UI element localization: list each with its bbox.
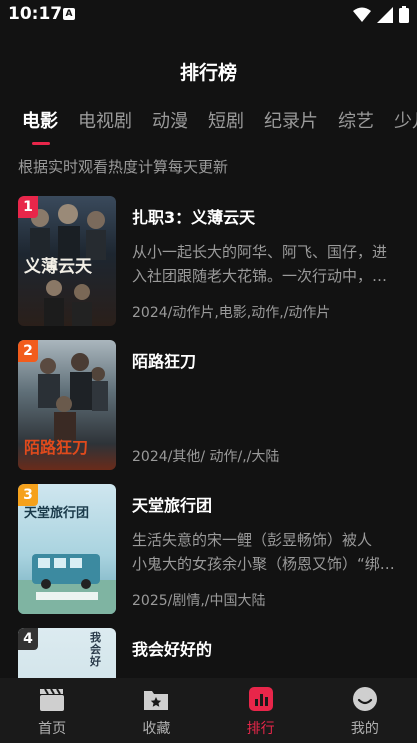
rank-badge: 3 [18, 484, 38, 506]
tab-documentary[interactable]: 纪录片 [264, 108, 318, 136]
poster-title-text: 我会好 [90, 631, 101, 668]
list-item[interactable]: 义薄云天 1 扎职3：义薄云天 从小一起长大的阿华、阿飞、国仔，进 入社团跟随老… [18, 196, 403, 326]
movie-poster[interactable]: 天堂旅行团 3 [18, 484, 116, 614]
item-meta: 2024/动作片,电影,动作,/动作片 [132, 305, 331, 321]
nav-label: 首页 [38, 721, 67, 737]
list-item[interactable]: 天堂旅行团 3 天堂旅行团 生活失意的宋一鲤（彭昱畅饰）被人 小鬼大的女孩余小聚… [18, 484, 403, 614]
description-line: 生活失意的宋一鲤（彭昱畅饰）被人 [132, 531, 373, 549]
tab-kids[interactable]: 少儿 [394, 108, 417, 136]
item-title[interactable]: 天堂旅行团 [132, 492, 212, 516]
tab-variety[interactable]: 综艺 [338, 108, 374, 136]
tab-tv-series[interactable]: 电视剧 [78, 108, 132, 136]
poster-title-text: 陌路狂刀 [24, 438, 89, 457]
smile-face-icon [352, 687, 377, 711]
item-title[interactable]: 我会好好的 [132, 636, 212, 660]
tab-short-drama[interactable]: 短剧 [208, 108, 244, 136]
item-description: 从小一起长大的阿华、阿飞、国仔，进 入社团跟随老大花锦。一次行动中，… [132, 240, 404, 288]
movie-poster[interactable]: 陌路狂刀 2 [18, 340, 116, 470]
page-title: 排行榜 [179, 62, 237, 84]
status-time: 10:17 [8, 4, 63, 24]
item-description: 生活失意的宋一鲤（彭昱畅饰）被人 小鬼大的女孩余小聚（杨恩又饰）“绑… [132, 528, 404, 576]
status-icons [353, 6, 409, 23]
nav-label: 排行 [246, 721, 275, 737]
nav-profile[interactable]: 我的 [313, 678, 417, 743]
battery-icon [399, 6, 409, 23]
item-title[interactable]: 陌路狂刀 [132, 348, 196, 372]
rank-badge: 4 [18, 628, 38, 650]
tab-anime[interactable]: 动漫 [152, 108, 188, 136]
poster-title-text: 义薄云天 [24, 257, 92, 277]
clapperboard-icon [40, 688, 65, 711]
item-meta: 2025/剧情,/中国大陆 [132, 593, 266, 609]
tab-movie[interactable]: 电影 [22, 108, 58, 145]
movie-poster[interactable]: 义薄云天 1 [18, 196, 116, 326]
item-info: 天堂旅行团 生活失意的宋一鲤（彭昱畅饰）被人 小鬼大的女孩余小聚（杨恩又饰）“绑… [132, 484, 404, 614]
item-info: 我会好好的 [132, 628, 403, 678]
movie-poster[interactable]: 我会好 4 [18, 628, 116, 678]
status-bar: 10:17 A [0, 0, 417, 30]
item-info: 陌路狂刀 2024/其他/ 动作/,/大陆 [132, 340, 404, 470]
bookmark-folder-icon [144, 691, 169, 710]
rank-badge: 2 [18, 340, 38, 362]
item-description [132, 384, 404, 432]
item-title[interactable]: 扎职3：义薄云天 [132, 204, 255, 228]
signal-icon [377, 6, 393, 23]
ranking-description: 根据实时观看热度计算每天更新 [18, 158, 229, 176]
nav-label: 收藏 [142, 721, 171, 737]
ranking-chart-icon [248, 687, 273, 711]
rank-badge: 1 [18, 196, 38, 218]
item-info: 扎职3：义薄云天 从小一起长大的阿华、阿飞、国仔，进 入社团跟随老大花锦。一次行… [132, 196, 404, 326]
nav-label: 我的 [350, 721, 379, 737]
nav-home[interactable]: 首页 [0, 678, 104, 743]
nav-favorites[interactable]: 收藏 [104, 678, 208, 743]
description-line: 入社团跟随老大花锦。一次行动中，… [132, 267, 388, 285]
category-tabs: 电影 电视剧 动漫 短剧 纪录片 综艺 少儿 [0, 108, 417, 152]
bottom-nav: 首页 收藏 排行 我的 [0, 678, 417, 743]
description-line: 从小一起长大的阿华、阿飞、国仔，进 [132, 243, 388, 261]
list-item[interactable]: 我会好 4 我会好好的 [18, 628, 403, 678]
list-item[interactable]: 陌路狂刀 2 陌路狂刀 2024/其他/ 动作/,/大陆 [18, 340, 403, 470]
item-meta: 2024/其他/ 动作/,/大陆 [132, 449, 280, 465]
description-line: 小鬼大的女孩余小聚（杨恩又饰）“绑… [132, 555, 395, 573]
wifi-icon [353, 7, 371, 22]
nav-ranking[interactable]: 排行 [209, 678, 313, 743]
app-notification-icon: A [63, 8, 75, 20]
